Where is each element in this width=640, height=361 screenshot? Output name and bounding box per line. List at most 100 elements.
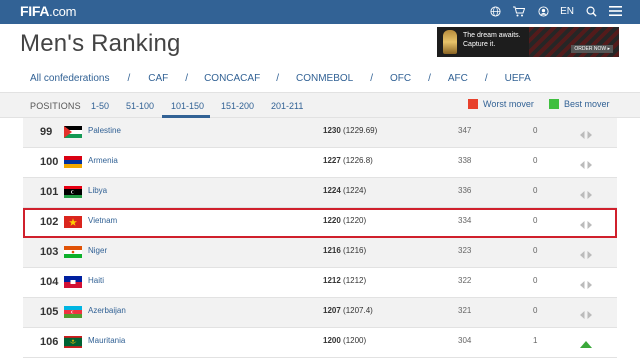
country-link[interactable]: Vietnam <box>88 216 117 225</box>
points-previous: (1212) <box>343 276 367 285</box>
points-value: 1230 <box>323 126 341 135</box>
menu-icon[interactable] <box>608 4 622 18</box>
points-cell: 1220 (1220) <box>323 216 366 225</box>
table-row[interactable]: 100 Armenia 1227 (1226.8) 338 0 <box>23 148 617 178</box>
movement-cell: 0 <box>533 306 538 315</box>
trend-same-icon <box>579 307 593 319</box>
worst-mover-swatch <box>468 99 478 109</box>
previous-points-cell: 322 <box>458 276 472 285</box>
page-title: Men's Ranking <box>20 30 181 57</box>
table-row[interactable]: 106 Mauritania 1200 (1200) 304 1 <box>23 328 617 358</box>
ad-banner[interactable]: The dream awaits. Capture it. ORDER NOW … <box>437 27 619 57</box>
country-link[interactable]: Armenia <box>88 156 118 165</box>
points-value: 1207 <box>323 306 341 315</box>
country-link[interactable]: Haiti <box>88 276 104 285</box>
movement-cell: 0 <box>533 276 538 285</box>
rank-cell: 101 <box>40 186 59 198</box>
tab-201-211[interactable]: 201-211 <box>271 101 303 111</box>
language-selector[interactable]: EN <box>560 6 574 17</box>
niger-flag-icon <box>64 246 82 258</box>
best-mover-legend: Best mover <box>549 99 610 109</box>
rank-cell: 106 <box>40 336 59 348</box>
table-row-highlighted[interactable]: 102 Vietnam 1220 (1220) 334 0 <box>23 208 617 238</box>
country-link[interactable]: Libya <box>88 186 107 195</box>
movement-cell: 0 <box>533 126 538 135</box>
movement-cell: 0 <box>533 246 538 255</box>
movement-cell: 0 <box>533 186 538 195</box>
armenia-flag-icon <box>64 156 82 168</box>
movement-cell: 0 <box>533 216 538 225</box>
previous-points-cell: 336 <box>458 186 472 195</box>
nav-separator: / <box>428 73 431 84</box>
country-link[interactable]: Azerbaijan <box>88 306 126 315</box>
nav-separator: / <box>370 73 373 84</box>
conf-afc[interactable]: AFC <box>448 73 468 84</box>
positions-label: POSITIONS <box>30 101 81 111</box>
trend-same-icon <box>579 127 593 139</box>
table-row[interactable]: 104 Haiti 1212 (1212) 322 0 <box>23 268 617 298</box>
ad-line-1: The dream awaits. <box>463 32 521 39</box>
conf-ofc[interactable]: OFC <box>390 73 411 84</box>
movement-cell: 1 <box>533 336 538 345</box>
tab-51-100[interactable]: 51-100 <box>126 101 154 111</box>
rank-cell: 105 <box>40 306 59 318</box>
vietnam-flag-icon <box>64 216 82 228</box>
points-previous: (1207.4) <box>343 306 373 315</box>
points-cell: 1216 (1216) <box>323 246 366 255</box>
previous-points-cell: 338 <box>458 156 472 165</box>
country-link[interactable]: Mauritania <box>88 336 125 345</box>
conf-concacaf[interactable]: CONCACAF <box>204 73 260 84</box>
logo-main-text: FIFA <box>20 3 50 19</box>
country-link[interactable]: Niger <box>88 246 107 255</box>
conf-conmebol[interactable]: CONMEBOL <box>296 73 353 84</box>
ranking-table: 99 Palestine 1230 (1229.69) 347 0 100 Armenia 1… <box>23 118 617 358</box>
cart-icon[interactable] <box>512 4 526 18</box>
country-link[interactable]: Palestine <box>88 126 121 135</box>
top-navigation-bar: FIFA.com EN <box>0 0 640 24</box>
azerbaijan-flag-icon <box>64 306 82 318</box>
rank-cell: 103 <box>40 246 59 258</box>
conf-all[interactable]: All confederations <box>30 73 110 84</box>
conf-uefa[interactable]: UEFA <box>505 73 531 84</box>
points-cell: 1224 (1224) <box>323 186 366 195</box>
movement-cell: 0 <box>533 156 538 165</box>
ad-cta-button[interactable]: ORDER NOW ▸ <box>571 45 613 53</box>
confederation-nav: All confederations / CAF / CONCACAF / CO… <box>30 73 531 84</box>
tab-151-200[interactable]: 151-200 <box>221 101 254 111</box>
logo-suffix-text: .com <box>49 4 77 19</box>
points-previous: (1229.69) <box>343 126 378 135</box>
mauritania-flag-icon <box>64 336 82 348</box>
points-cell: 1212 (1212) <box>323 276 366 285</box>
ad-line-2: Capture it. <box>463 41 496 48</box>
trend-same-icon <box>579 277 593 289</box>
points-previous: (1220) <box>343 216 367 225</box>
points-cell: 1230 (1229.69) <box>323 126 377 135</box>
previous-points-cell: 334 <box>458 216 472 225</box>
best-mover-swatch <box>549 99 559 109</box>
points-previous: (1200) <box>343 336 367 345</box>
haiti-flag-icon <box>64 276 82 288</box>
globe-icon[interactable] <box>488 4 502 18</box>
best-mover-label: Best mover <box>564 99 610 109</box>
table-row[interactable]: 99 Palestine 1230 (1229.69) 347 0 <box>23 118 617 148</box>
palestine-flag-icon <box>64 126 82 138</box>
table-row[interactable]: 105 Azerbaijan 1207 (1207.4) 321 0 <box>23 298 617 328</box>
libya-flag-icon <box>64 186 82 198</box>
rank-cell: 102 <box>40 216 59 228</box>
points-previous: (1216) <box>343 246 367 255</box>
table-row[interactable]: 101 Libya 1224 (1224) 336 0 <box>23 178 617 208</box>
conf-caf[interactable]: CAF <box>148 73 168 84</box>
points-cell: 1200 (1200) <box>323 336 366 345</box>
search-icon[interactable] <box>584 4 598 18</box>
nav-separator: / <box>127 73 131 84</box>
points-cell: 1207 (1207.4) <box>323 306 373 315</box>
trend-up-icon <box>579 337 593 348</box>
rank-cell: 104 <box>40 276 59 288</box>
table-row[interactable]: 103 Niger 1216 (1216) 323 0 <box>23 238 617 268</box>
points-cell: 1227 (1226.8) <box>323 156 373 165</box>
fifa-logo[interactable]: FIFA.com <box>20 3 76 19</box>
nav-separator: / <box>276 73 279 84</box>
tab-1-50[interactable]: 1-50 <box>91 101 109 111</box>
user-icon[interactable] <box>536 4 550 18</box>
tab-101-150[interactable]: 101-150 <box>171 101 204 111</box>
